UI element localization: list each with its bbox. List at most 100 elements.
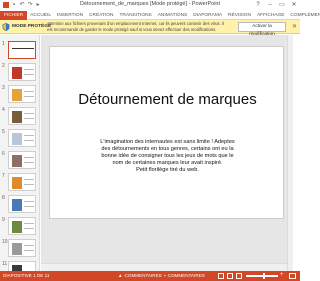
tab-transitions[interactable]: TRANSITIONS: [116, 11, 154, 20]
slide-thumbnail-preview: [8, 239, 36, 257]
slide-body-line: des détournements en tous genres, certai…: [101, 146, 234, 152]
slide-thumbnail-number: 6: [2, 151, 5, 157]
tab-affichage[interactable]: AFFICHAGE: [254, 11, 287, 20]
slide-thumbnails-pane[interactable]: 1 2 3 4 5 6 7 8 9 10 11: [0, 35, 40, 271]
tab-accueil[interactable]: ACCUEIL: [27, 11, 54, 20]
zoom-slider[interactable]: [246, 273, 278, 279]
slide-thumbnail-preview: [8, 151, 36, 169]
slide-body-text[interactable]: L'imagination des internautes est sans l…: [75, 139, 260, 174]
protected-view-bar: MODE PROTÉGÉ Attention aux fichiers prov…: [0, 20, 300, 37]
slide-thumbnail[interactable]: 8: [0, 195, 39, 215]
slide-thumbnail-image: [12, 67, 22, 79]
tab-fichier[interactable]: FICHIER: [0, 11, 28, 20]
slide-thumbnail-preview: [8, 107, 36, 125]
restore-button[interactable]: ▭: [278, 1, 286, 9]
slide-thumbnail-image: [12, 177, 22, 189]
slide-thumbnail-text: [24, 179, 34, 185]
slide-thumbnail-image: [12, 221, 22, 233]
close-button[interactable]: ✕: [290, 1, 298, 9]
undo-icon[interactable]: ↶: [19, 2, 25, 8]
slide-thumbnail[interactable]: 6: [0, 151, 39, 171]
slide-body-line: nom de certaines marques leur avait insp…: [112, 160, 223, 166]
slide-thumbnail[interactable]: 11: [0, 261, 39, 271]
slide-thumbnail-number: 10: [2, 239, 8, 245]
close-message-bar-icon[interactable]: ✕: [292, 23, 297, 30]
slide-thumbnail-preview: [8, 195, 36, 213]
slide-thumbnail-text: [24, 91, 34, 97]
enable-editing-button[interactable]: Activer la modification: [238, 22, 286, 37]
slide-editor: Détournement de marques L'imagination de…: [41, 35, 293, 271]
powerpoint-app-icon[interactable]: [3, 2, 9, 8]
window-title: Détournement_de_marques [Mode protégé] -…: [79, 1, 221, 7]
tab-complements[interactable]: COMPLÉMENTS: [287, 11, 320, 20]
slide-title[interactable]: Détournement de marques: [50, 91, 285, 108]
horizontal-scrollbar[interactable]: [41, 263, 287, 271]
slide-thumbnail[interactable]: 9: [0, 217, 39, 237]
slide-thumbnail[interactable]: 5: [0, 129, 39, 149]
reading-view-icon[interactable]: [236, 273, 242, 279]
slide-thumbnail-preview: [8, 217, 36, 235]
slide-thumbnail-text: [24, 223, 34, 229]
slide-thumbnail[interactable]: 10: [0, 239, 39, 259]
zoom-slider-thumb[interactable]: [262, 273, 265, 279]
slide-thumbnail-preview: [8, 261, 36, 271]
slide-thumbnail-number: 2: [2, 63, 5, 69]
tab-creation[interactable]: CRÉATION: [86, 11, 116, 20]
slide-thumbnail-text: [24, 157, 34, 163]
slide-thumbnail-text: [24, 135, 34, 141]
slide-thumbnail-number: 1: [2, 41, 5, 47]
slide-canvas[interactable]: Détournement de marques L'imagination de…: [49, 46, 284, 219]
slide-thumbnail-preview: [8, 63, 36, 81]
slide-thumbnail[interactable]: 2: [0, 63, 39, 83]
slide-body-line: Petit florilège tiré du web.: [136, 167, 199, 173]
slide-thumbnail-text: [24, 245, 34, 251]
fit-slide-icon[interactable]: [289, 273, 296, 279]
view-buttons: [218, 273, 242, 279]
comments-label: COMMENTAIRES: [167, 273, 205, 278]
redo-icon[interactable]: ↷: [27, 2, 33, 8]
tab-revision[interactable]: RÉVISION: [225, 11, 254, 20]
help-button[interactable]: ?: [254, 1, 262, 9]
start-slideshow-icon[interactable]: ▸: [35, 2, 41, 8]
title-bar: ▪ ↶ ↷ ▸ Détournement_de_marques [Mode pr…: [0, 0, 300, 11]
save-icon[interactable]: ▪: [11, 2, 17, 8]
slide-thumbnail[interactable]: 3: [0, 85, 39, 105]
slide-thumbnail-text: [24, 201, 34, 207]
slide-thumbnail-image: [12, 133, 22, 145]
slide-thumbnail-number: 3: [2, 85, 5, 91]
slide-thumbnail[interactable]: 4: [0, 107, 39, 127]
shield-icon: [2, 23, 10, 31]
notes-label: COMMENTAIRES: [124, 273, 162, 278]
protected-view-message-line: Attention aux fichiers provenant d'un em…: [47, 21, 225, 26]
slide-thumbnail[interactable]: 7: [0, 173, 39, 193]
slide-body-line: L'imagination des internautes est sans l…: [100, 139, 235, 145]
slide-thumbnail-image: [12, 199, 22, 211]
slide-thumbnail-number: 11: [2, 261, 8, 267]
slide-thumbnail-preview: [8, 85, 36, 103]
tab-insertion[interactable]: INSERTION: [54, 11, 86, 20]
slide-thumbnail-image: [12, 243, 22, 255]
comments-icon: ▪: [164, 273, 166, 278]
protected-view-message-line: est recommandé de garder le mode protégé…: [47, 26, 217, 32]
slide-thumbnail-number: 4: [2, 107, 5, 113]
slide-thumbnail-number: 8: [2, 195, 5, 201]
ribbon: FICHIER ACCUEIL INSERTION CRÉATION TRANS…: [0, 11, 320, 20]
slide-thumbnail-image: [12, 155, 22, 167]
protected-view-title: MODE PROTÉGÉ: [12, 24, 52, 29]
comments-button[interactable]: ▪ COMMENTAIRES: [164, 273, 205, 278]
normal-view-icon[interactable]: [218, 273, 224, 279]
minimize-button[interactable]: –: [266, 1, 274, 9]
zoom-in-button[interactable]: +: [280, 272, 284, 278]
vertical-scrollbar[interactable]: [287, 35, 293, 271]
slide-thumbnail-image: [12, 89, 22, 101]
slide-thumbnail-image: [12, 111, 22, 123]
slide-thumbnail-number: 7: [2, 173, 5, 179]
slide-sorter-icon[interactable]: [227, 273, 233, 279]
slide-thumbnail-number: 5: [2, 129, 5, 135]
tab-animations[interactable]: ANIMATIONS: [155, 11, 191, 20]
slide-thumbnail-text: [24, 69, 34, 75]
notes-icon: ▲: [118, 273, 123, 278]
notes-button[interactable]: ▲ COMMENTAIRES: [118, 273, 162, 278]
tab-diaporama[interactable]: DIAPORAMA: [190, 11, 225, 20]
slide-thumbnail[interactable]: 1: [0, 41, 39, 61]
